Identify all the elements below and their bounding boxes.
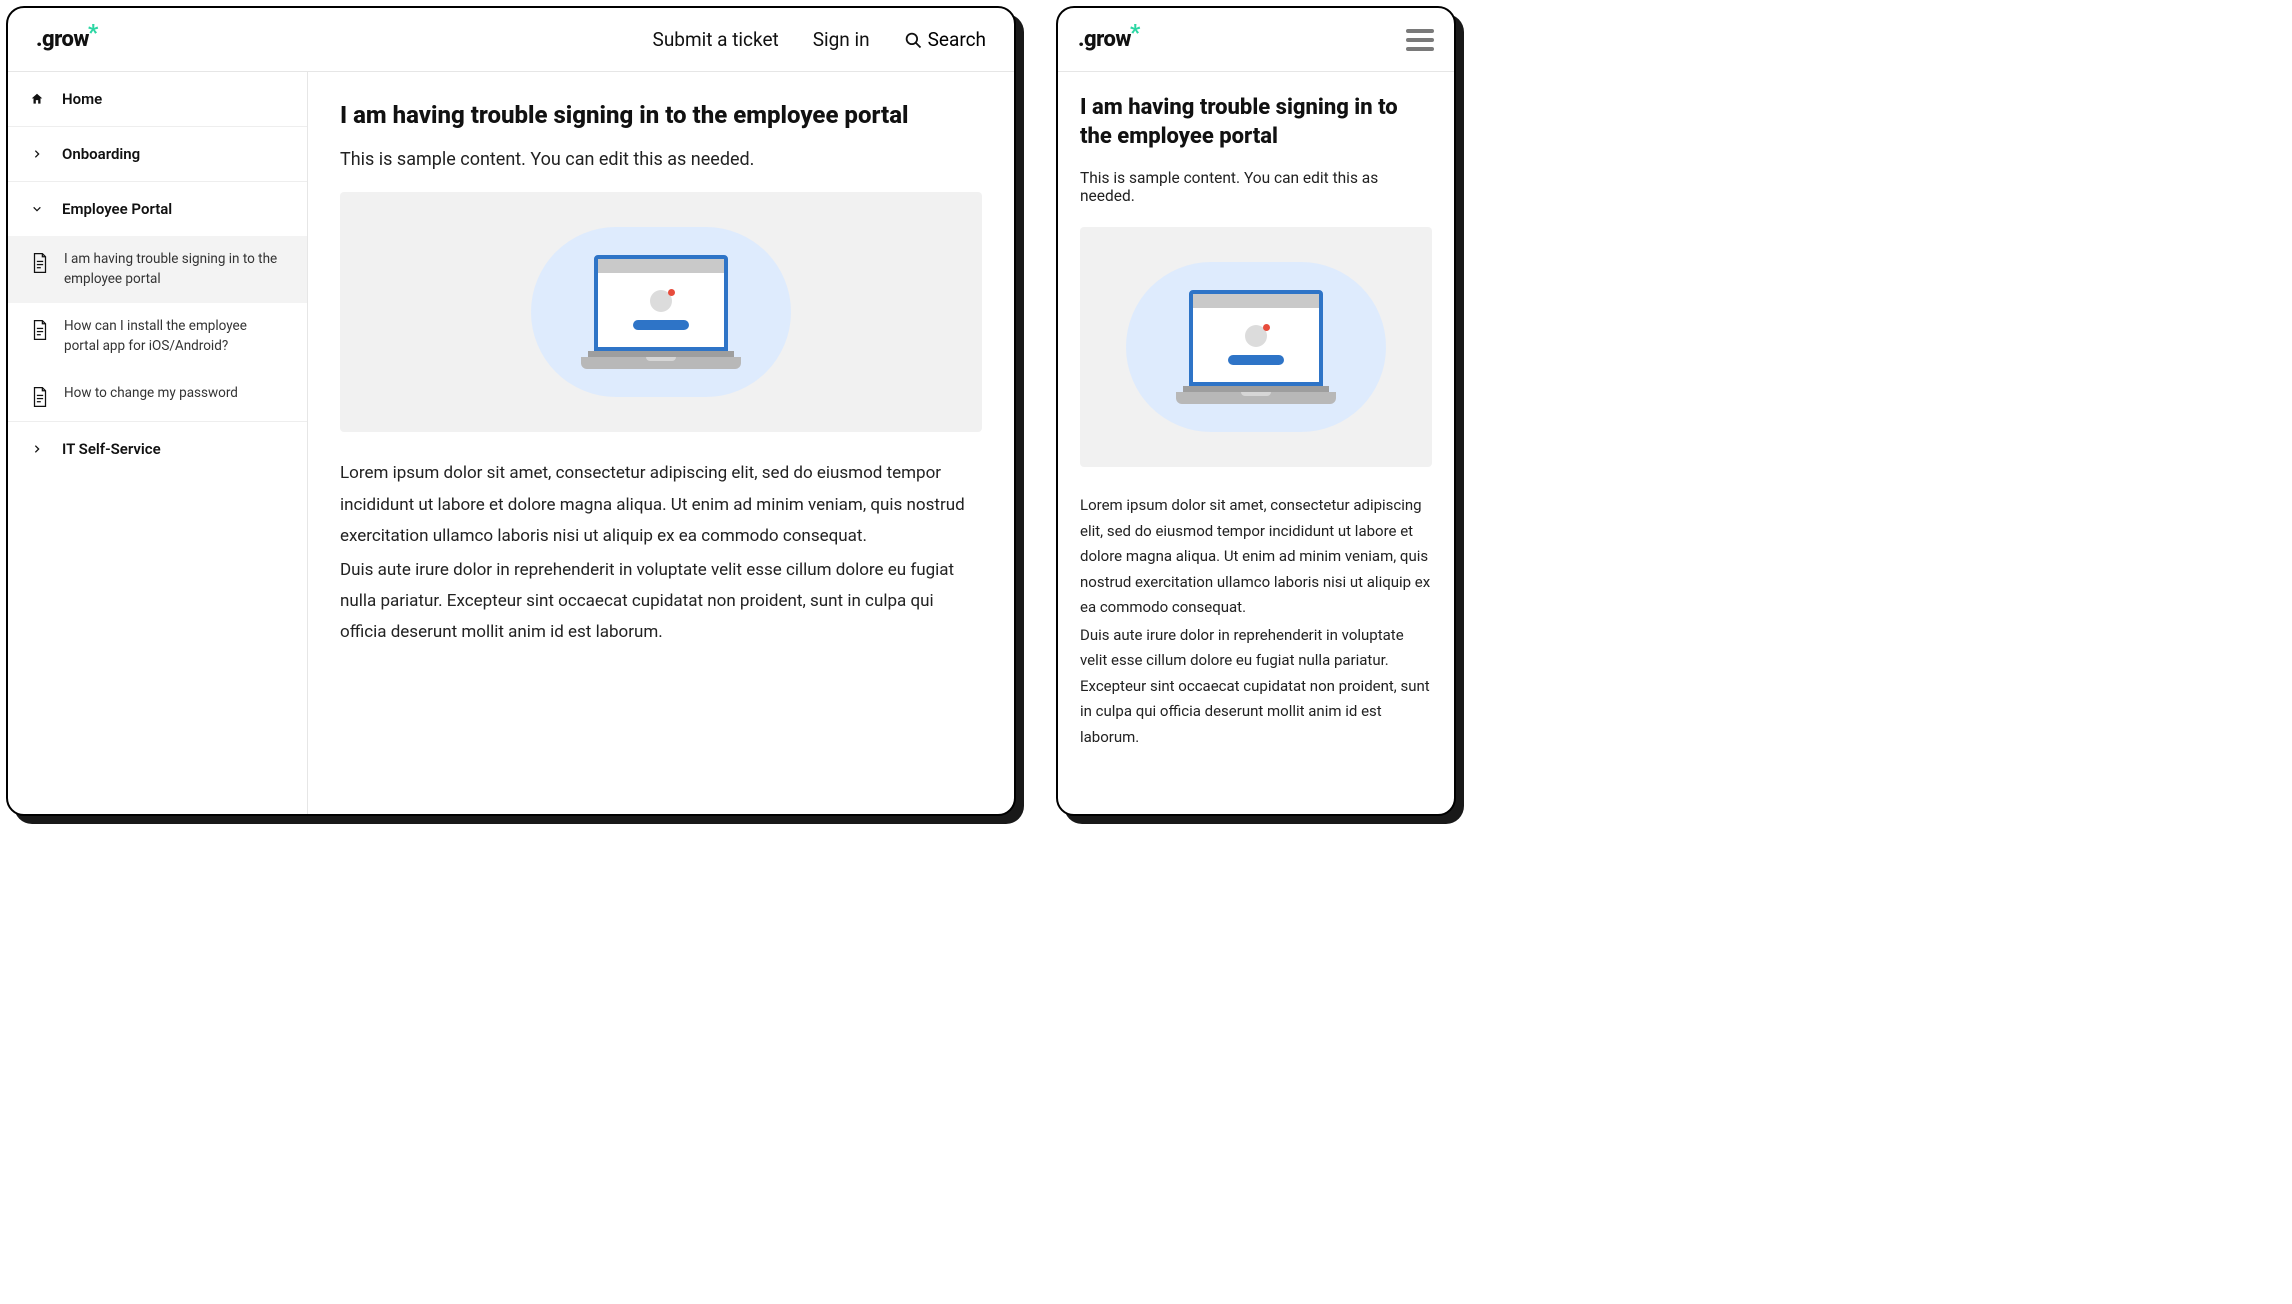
mobile-window: .grow* I am having trouble signing in to… <box>1056 6 1456 816</box>
brand-asterisk-icon: * <box>88 21 98 46</box>
search-label: Search <box>928 28 986 51</box>
desktop-window: .grow* Submit a ticket Sign in Search Ho… <box>6 6 1016 816</box>
sidebar-item-home[interactable]: Home <box>8 72 307 127</box>
sidebar-article-change-password[interactable]: How to change my password <box>8 370 307 422</box>
sidebar-article-install-app[interactable]: How can I install the employee portal ap… <box>8 303 307 370</box>
sidebar-home-label: Home <box>62 90 102 108</box>
avatar-alert-icon <box>1245 325 1267 347</box>
laptop-illustration <box>581 255 741 369</box>
sidebar-article-label: How to change my password <box>64 384 238 404</box>
sidebar-item-it-self-service[interactable]: IT Self-Service <box>8 422 307 476</box>
laptop-illustration <box>1176 290 1336 404</box>
brand-logo[interactable]: .grow* <box>36 27 99 52</box>
hamburger-line <box>1406 38 1434 42</box>
sign-in-link[interactable]: Sign in <box>813 28 870 51</box>
home-icon <box>30 91 44 107</box>
sidebar-employee-portal-label: Employee Portal <box>62 200 172 218</box>
sidebar-item-employee-portal[interactable]: Employee Portal <box>8 182 307 236</box>
article-hero-image <box>1080 227 1432 467</box>
sidebar-article-label: I am having trouble signing in to the em… <box>64 250 285 289</box>
avatar-alert-icon <box>650 290 672 312</box>
article-body: Lorem ipsum dolor sit amet, consectetur … <box>1080 493 1432 750</box>
body-row: Home Onboarding Employee Portal I am hav… <box>8 72 1014 814</box>
article-body-p1: Lorem ipsum dolor sit amet, consectetur … <box>1080 493 1432 621</box>
sidebar-article-label: How can I install the employee portal ap… <box>64 317 285 356</box>
document-icon <box>30 319 50 348</box>
search-button[interactable]: Search <box>904 28 986 51</box>
hamburger-line <box>1406 47 1434 51</box>
submit-ticket-link[interactable]: Submit a ticket <box>653 28 779 51</box>
article-body-p1: Lorem ipsum dolor sit amet, consectetur … <box>340 458 982 552</box>
brand-asterisk-icon: * <box>1130 21 1140 46</box>
mobile-top-bar: .grow* <box>1058 8 1454 72</box>
search-icon <box>904 31 922 49</box>
brand-logo[interactable]: .grow* <box>1078 27 1141 52</box>
article-body: Lorem ipsum dolor sit amet, consectetur … <box>340 458 982 649</box>
sidebar-item-onboarding[interactable]: Onboarding <box>8 127 307 182</box>
sidebar-onboarding-label: Onboarding <box>62 145 140 163</box>
top-bar: .grow* Submit a ticket Sign in Search <box>8 8 1014 72</box>
brand-name: .grow <box>1078 27 1131 52</box>
sidebar-article-signin-trouble[interactable]: I am having trouble signing in to the em… <box>8 236 307 303</box>
hamburger-menu-button[interactable] <box>1406 29 1434 51</box>
brand-name: .grow <box>36 27 89 52</box>
sidebar-it-label: IT Self-Service <box>62 440 161 458</box>
chevron-down-icon <box>30 204 44 214</box>
article-intro: This is sample content. You can edit thi… <box>1080 169 1432 205</box>
article-content: I am having trouble signing in to the em… <box>308 72 1014 814</box>
sidebar: Home Onboarding Employee Portal I am hav… <box>8 72 308 814</box>
document-icon <box>30 386 50 415</box>
article-body-p2: Duis aute irure dolor in reprehenderit i… <box>1080 623 1432 751</box>
chevron-right-icon <box>30 444 44 454</box>
article-title: I am having trouble signing in to the em… <box>1080 94 1432 151</box>
article-intro: This is sample content. You can edit thi… <box>340 149 982 170</box>
article-hero-image <box>340 192 982 432</box>
article-title: I am having trouble signing in to the em… <box>340 100 982 131</box>
chevron-right-icon <box>30 149 44 159</box>
article-body-p2: Duis aute irure dolor in reprehenderit i… <box>340 555 982 649</box>
top-links: Submit a ticket Sign in Search <box>653 28 986 51</box>
document-icon <box>30 252 50 281</box>
mobile-article-content: I am having trouble signing in to the em… <box>1058 72 1454 814</box>
hamburger-line <box>1406 29 1434 33</box>
